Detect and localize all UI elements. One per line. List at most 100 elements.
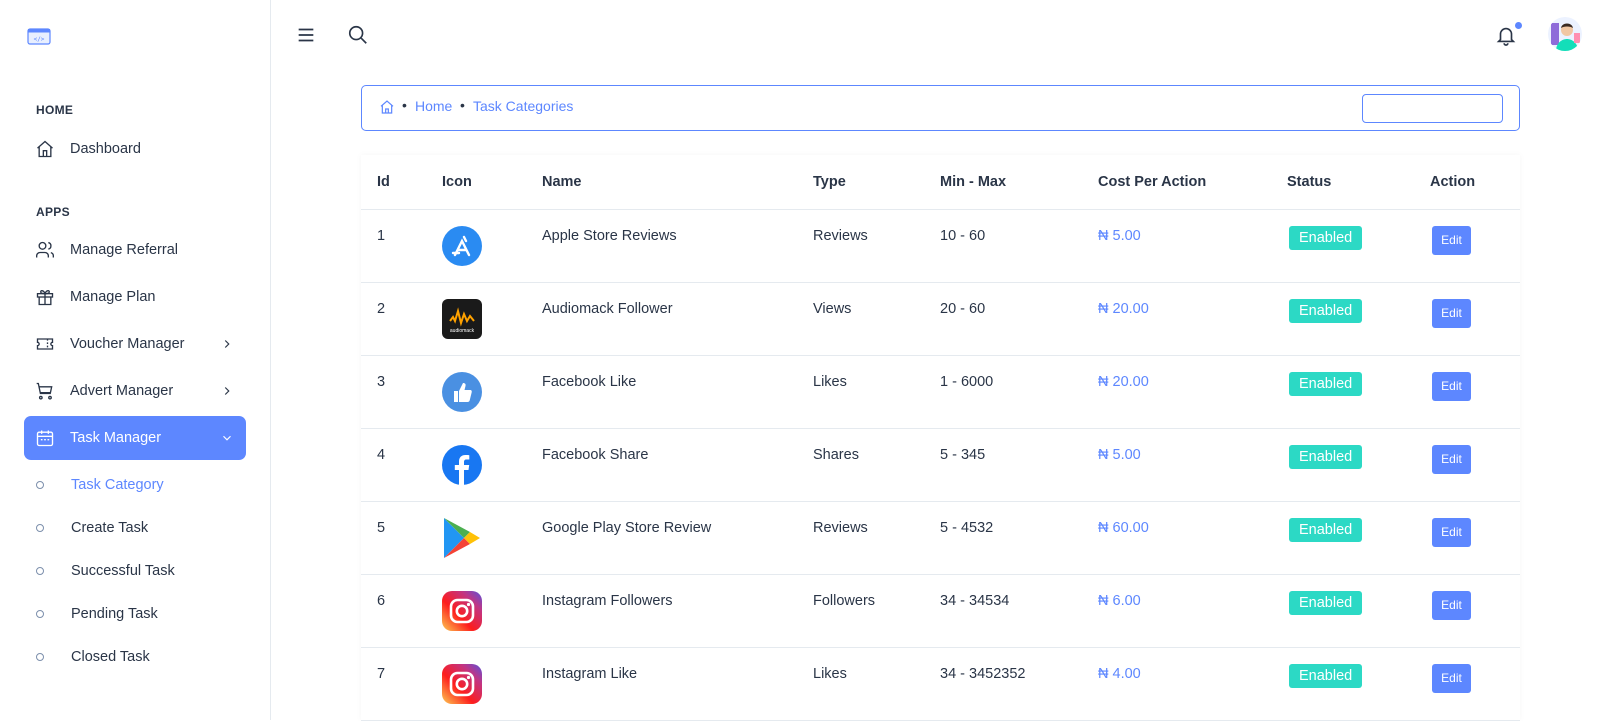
sidebar-item-advert-manager[interactable]: Advert Manager <box>24 369 246 413</box>
sidebar-item-label: Task Manager <box>70 430 162 446</box>
column-header-icon: Icon <box>442 174 472 190</box>
section-title-apps: APPS <box>36 205 70 219</box>
edit-button[interactable]: Edit <box>1432 226 1471 255</box>
cell-id: 1 <box>377 228 386 244</box>
sidebar: </> HOME Dashboard APPS Manage Referral … <box>0 0 271 720</box>
instagram-icon <box>442 591 482 631</box>
edit-button[interactable]: Edit <box>1432 372 1471 401</box>
cell-type: Likes <box>813 374 847 390</box>
cell-min-max: 1 - 6000 <box>940 374 994 390</box>
bell-icon[interactable] <box>1495 24 1517 46</box>
cell-type: Likes <box>813 666 847 682</box>
edit-button[interactable]: Edit <box>1432 591 1471 620</box>
cell-cost: ₦ 6.00 <box>1098 593 1141 609</box>
sub-item-task-category[interactable]: Task Category <box>36 473 164 497</box>
sidebar-item-dashboard[interactable]: Dashboard <box>24 127 246 171</box>
cell-name: Instagram Followers <box>542 593 673 609</box>
bullet-dot <box>36 524 44 532</box>
gift-icon <box>36 290 54 306</box>
chevron-down-icon <box>223 435 231 441</box>
home-icon[interactable] <box>379 99 395 115</box>
breadcrumb-separator: • <box>460 97 465 113</box>
bullet-dot <box>36 653 44 661</box>
column-header-name: Name <box>542 174 582 190</box>
task-categories-table: Id Icon Name Type Min - Max Cost Per Act… <box>361 155 1520 721</box>
column-header-status: Status <box>1287 174 1332 190</box>
bullet-dot <box>36 610 44 618</box>
sub-item-pending-task[interactable]: Pending Task <box>36 602 158 626</box>
avatar[interactable] <box>1548 17 1582 51</box>
svg-text:audiomack: audiomack <box>450 328 475 334</box>
cell-name: Audiomack Follower <box>542 301 673 317</box>
status-badge: Enabled <box>1289 664 1363 688</box>
sidebar-item-manage-referral[interactable]: Manage Referral <box>24 228 246 272</box>
code-logo-icon[interactable]: </> <box>27 26 51 46</box>
app-store-icon <box>442 226 482 266</box>
sub-item-label: Closed Task <box>71 649 150 665</box>
edit-button[interactable]: Edit <box>1432 445 1471 474</box>
sidebar-item-label: Voucher Manager <box>70 336 185 352</box>
calendar-icon <box>36 430 54 447</box>
edit-button[interactable]: Edit <box>1432 518 1471 547</box>
table-row: 5 Google Play Store Review Reviews 5 - 4… <box>361 502 1520 575</box>
user-avatar-icon <box>1548 17 1582 51</box>
sidebar-item-label: Dashboard <box>70 141 141 157</box>
search-icon[interactable] <box>347 24 369 46</box>
audiomack-icon: audiomack <box>442 299 482 339</box>
status-badge: Enabled <box>1289 372 1363 396</box>
cell-min-max: 5 - 345 <box>940 447 986 463</box>
section-title-home: HOME <box>36 103 74 117</box>
sidebar-item-task-manager[interactable]: Task Manager <box>24 416 246 460</box>
cell-id: 7 <box>377 666 386 682</box>
status-badge: Enabled <box>1289 445 1363 469</box>
thumbs-up-icon <box>442 372 482 412</box>
notification-dot <box>1515 22 1522 29</box>
sub-item-create-task[interactable]: Create Task <box>36 516 148 540</box>
sub-item-successful-task[interactable]: Successful Task <box>36 559 175 583</box>
table-row: 7 Instagram Like Likes 34 - 3452352 ₦ 4.… <box>361 648 1520 721</box>
sub-item-label: Pending Task <box>71 606 158 622</box>
sidebar-item-manage-plan[interactable]: Manage Plan <box>24 275 246 319</box>
cell-cost: ₦ 4.00 <box>1098 666 1141 682</box>
cell-name: Apple Store Reviews <box>542 228 677 244</box>
status-badge: Enabled <box>1289 226 1363 250</box>
column-header-id: Id <box>377 174 390 190</box>
cell-cost: ₦ 5.00 <box>1098 447 1141 463</box>
cell-name: Google Play Store Review <box>542 520 712 536</box>
bullet-dot <box>36 481 44 489</box>
home-icon <box>37 140 53 158</box>
chevron-right-icon <box>224 387 230 395</box>
table-row: 3 Facebook Like Likes 1 - 6000 ₦ 20.00 E… <box>361 356 1520 429</box>
google-play-icon <box>444 518 480 558</box>
cell-name: Facebook Share <box>542 447 649 463</box>
breadcrumb-home-link[interactable]: Home <box>415 98 452 114</box>
edit-button[interactable]: Edit <box>1432 664 1471 693</box>
menu-icon[interactable] <box>295 24 317 46</box>
cell-cost: ₦ 5.00 <box>1098 228 1141 244</box>
edit-button[interactable]: Edit <box>1432 299 1471 328</box>
cell-cost: ₦ 20.00 <box>1098 301 1149 317</box>
cell-id: 4 <box>377 447 386 463</box>
sidebar-item-label: Manage Plan <box>70 289 156 305</box>
table-row: 6 Instagram Followers Followers 34 - 345… <box>361 575 1520 648</box>
instagram-icon <box>442 664 482 704</box>
bullet-dot <box>36 567 44 575</box>
breadcrumb-search-input[interactable] <box>1362 94 1503 123</box>
cell-id: 3 <box>377 374 386 390</box>
cell-cost: ₦ 20.00 <box>1098 374 1149 390</box>
cell-type: Reviews <box>813 520 868 536</box>
breadcrumb: • Home • Task Categories <box>361 85 1520 131</box>
cell-min-max: 34 - 34534 <box>940 593 1010 609</box>
column-header-action: Action <box>1430 174 1476 190</box>
cell-min-max: 5 - 4532 <box>940 520 994 536</box>
sub-item-label: Task Category <box>71 477 164 493</box>
status-badge: Enabled <box>1289 518 1363 542</box>
cell-min-max: 34 - 3452352 <box>940 666 1026 682</box>
sidebar-item-voucher-manager[interactable]: Voucher Manager <box>24 322 246 366</box>
cell-type: Reviews <box>813 228 868 244</box>
sub-item-label: Create Task <box>71 520 149 536</box>
cell-id: 2 <box>377 301 386 317</box>
sidebar-item-label: Advert Manager <box>70 383 174 399</box>
sub-item-closed-task[interactable]: Closed Task <box>36 645 150 669</box>
breadcrumb-current[interactable]: Task Categories <box>473 98 573 114</box>
